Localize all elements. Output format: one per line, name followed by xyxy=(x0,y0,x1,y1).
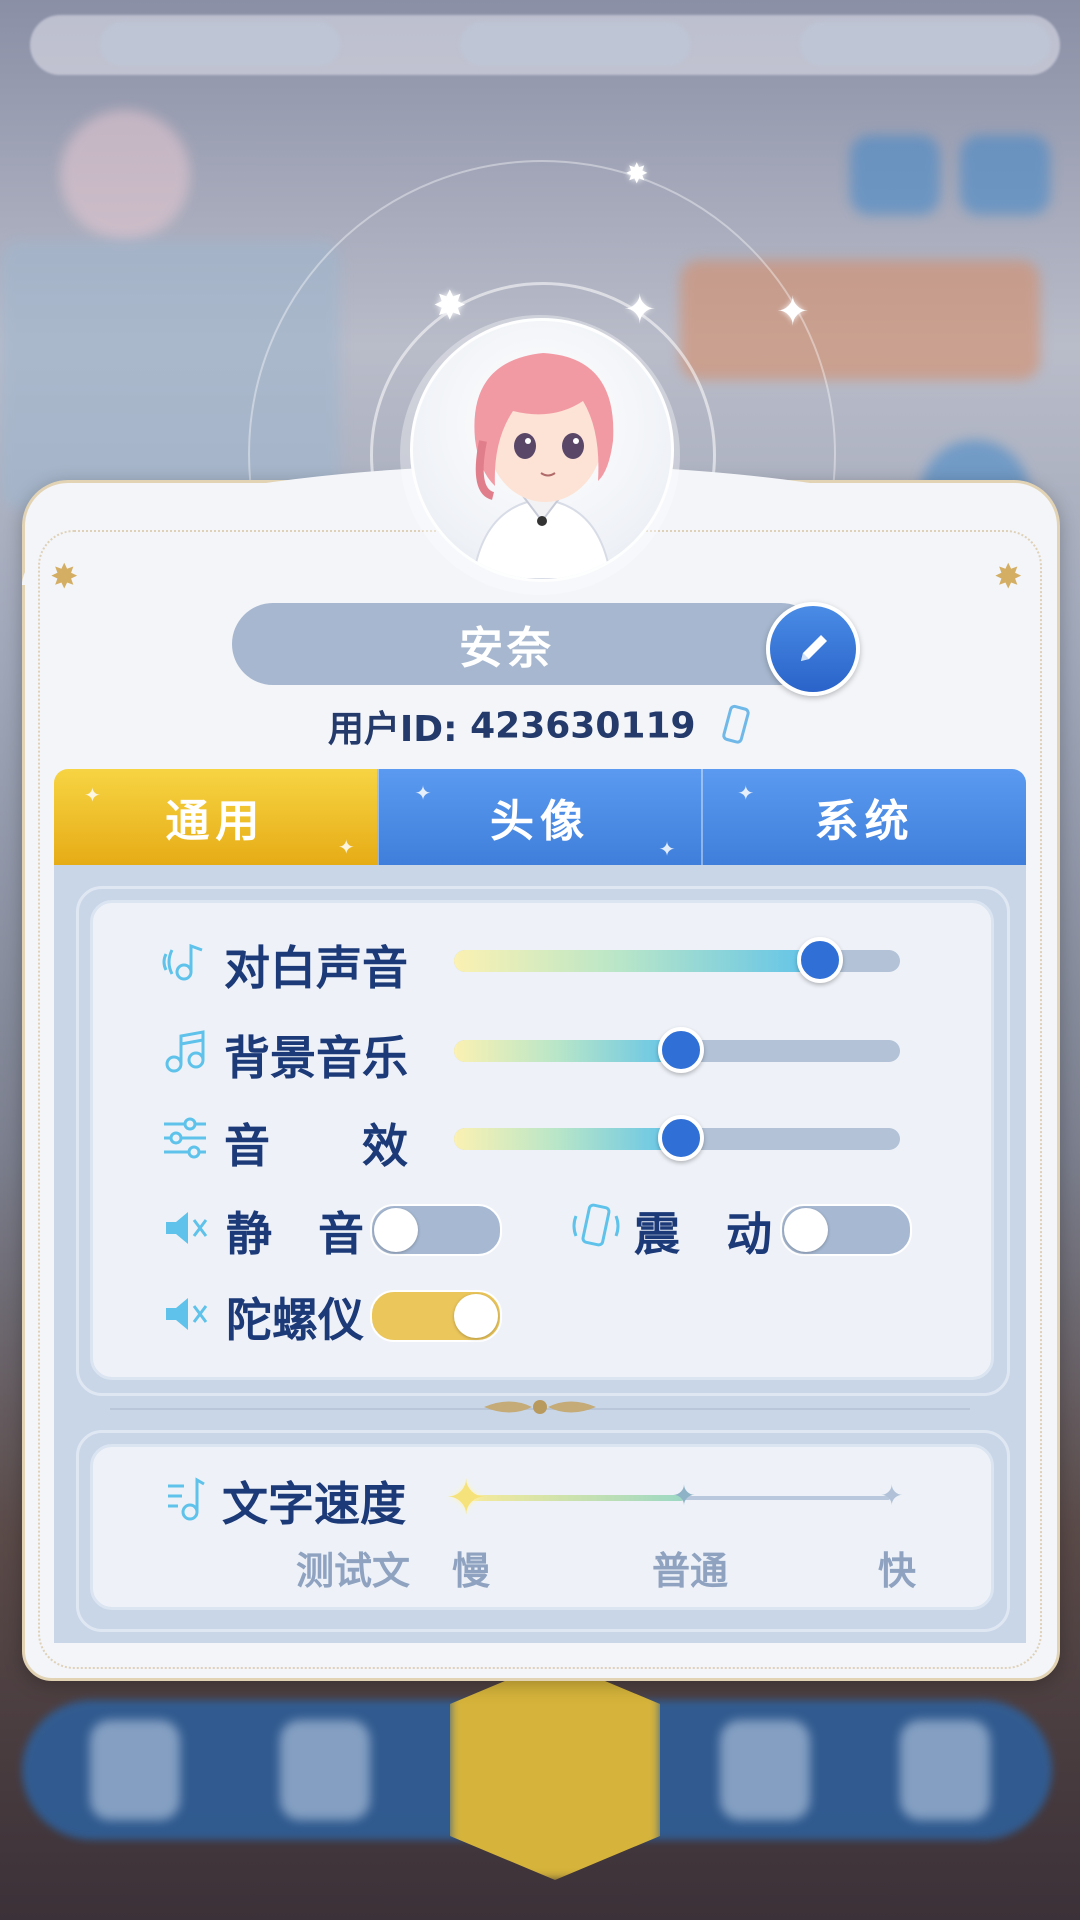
gyro-speaker-icon xyxy=(166,1298,208,1330)
name-bar: 安奈 xyxy=(232,603,822,685)
tab-label: 通用 xyxy=(165,796,266,847)
sparkle-icon: ✦ xyxy=(414,781,438,805)
user-id-value: 423630119 xyxy=(470,705,696,747)
bottom-nav-item xyxy=(900,1720,990,1820)
settings-tabs: 通用 ✦ ✦ 头像 ✦ ✦ 系统 ✦ xyxy=(54,769,1027,865)
divider-ornament xyxy=(484,1400,596,1414)
edit-name-button[interactable] xyxy=(766,602,860,696)
pencil-icon xyxy=(801,635,827,661)
corner-star-icon: ✸ xyxy=(994,557,1023,597)
gyro-toggle[interactable] xyxy=(370,1290,502,1342)
user-id-label: 用户ID: xyxy=(327,709,458,750)
text-speed-slider[interactable]: ✦ ✦ ✦ xyxy=(446,1474,910,1522)
dialogue-volume-label: 对白声音 xyxy=(224,941,408,995)
speed-normal-label: 普通 xyxy=(652,1549,729,1593)
mute-label: 静 音 xyxy=(226,1207,364,1261)
sparkle-icon: ✦ xyxy=(84,783,107,807)
tab-system[interactable]: 系统 ✦ xyxy=(701,769,1027,865)
vibrate-label: 震 动 xyxy=(634,1207,772,1261)
speed-current-marker[interactable]: ✦ xyxy=(672,1482,695,1510)
bottom-nav-item xyxy=(280,1720,370,1820)
phone-icon[interactable] xyxy=(718,703,752,749)
sparkle-icon: ✦ xyxy=(337,835,361,859)
toggle-knob xyxy=(374,1208,418,1252)
slider-fill xyxy=(454,950,820,972)
vibrate-phone-icon xyxy=(572,1203,620,1247)
player-avatar-bg xyxy=(60,110,190,240)
music-note-icon xyxy=(165,1030,205,1073)
sparkle-icon: ✸ xyxy=(625,157,649,190)
character-portrait xyxy=(471,353,614,579)
corner-star-icon: ✸ xyxy=(50,557,79,597)
speed-fast-label: 快 xyxy=(878,1549,917,1593)
speed-slow-label: 慢 xyxy=(452,1549,491,1593)
sparkle-icon: ✦ xyxy=(658,837,682,861)
speed-preview-text: 测试文 xyxy=(296,1549,411,1593)
sparkle-icon: ✦ xyxy=(623,287,657,333)
speed-note-icon xyxy=(168,1477,205,1521)
resource-chip xyxy=(100,22,340,66)
mute-speaker-icon xyxy=(166,1212,208,1244)
toggle-knob xyxy=(454,1294,498,1338)
text-speed-label: 文字速度 xyxy=(222,1477,406,1531)
speed-slow-star-icon: ✦ xyxy=(446,1470,487,1526)
bottom-nav-center xyxy=(450,1660,660,1880)
bottom-nav-item xyxy=(90,1720,180,1820)
tab-label: 头像 xyxy=(490,796,590,847)
voice-note-icon xyxy=(162,943,203,981)
vibrate-toggle[interactable] xyxy=(780,1204,912,1256)
tab-avatar[interactable]: 头像 ✦ ✦ xyxy=(376,769,702,865)
toggle-knob xyxy=(784,1208,828,1252)
bottom-nav-item xyxy=(720,1720,810,1820)
speed-fill xyxy=(470,1495,685,1501)
speed-fast-star-icon: ✦ xyxy=(880,1479,904,1512)
slider-fill xyxy=(454,1040,682,1062)
background-icon xyxy=(850,135,940,215)
player-name: 安奈 xyxy=(459,623,555,674)
tab-label: 系统 xyxy=(814,796,915,847)
slider-fill xyxy=(454,1128,682,1150)
background-icon xyxy=(960,135,1050,215)
gyro-label: 陀螺仪 xyxy=(226,1293,364,1347)
resource-chip xyxy=(800,22,1050,66)
mute-toggle[interactable] xyxy=(370,1204,502,1256)
sparkle-icon: ✦ xyxy=(737,781,761,805)
user-id-row: 用户ID: 423630119 xyxy=(0,700,1080,752)
bgm-volume-label: 背景音乐 xyxy=(224,1031,408,1085)
sparkle-icon: ✸ xyxy=(433,283,467,329)
dialogue-volume-knob[interactable] xyxy=(796,937,843,983)
sparkle-icon: ✦ xyxy=(776,289,810,335)
resource-chip xyxy=(460,22,690,66)
sfx-volume-label: 音 效 xyxy=(224,1119,408,1173)
tab-general[interactable]: 通用 ✦ ✦ xyxy=(54,769,377,865)
equalizer-icon xyxy=(164,1117,206,1159)
avatar[interactable] xyxy=(410,318,674,582)
